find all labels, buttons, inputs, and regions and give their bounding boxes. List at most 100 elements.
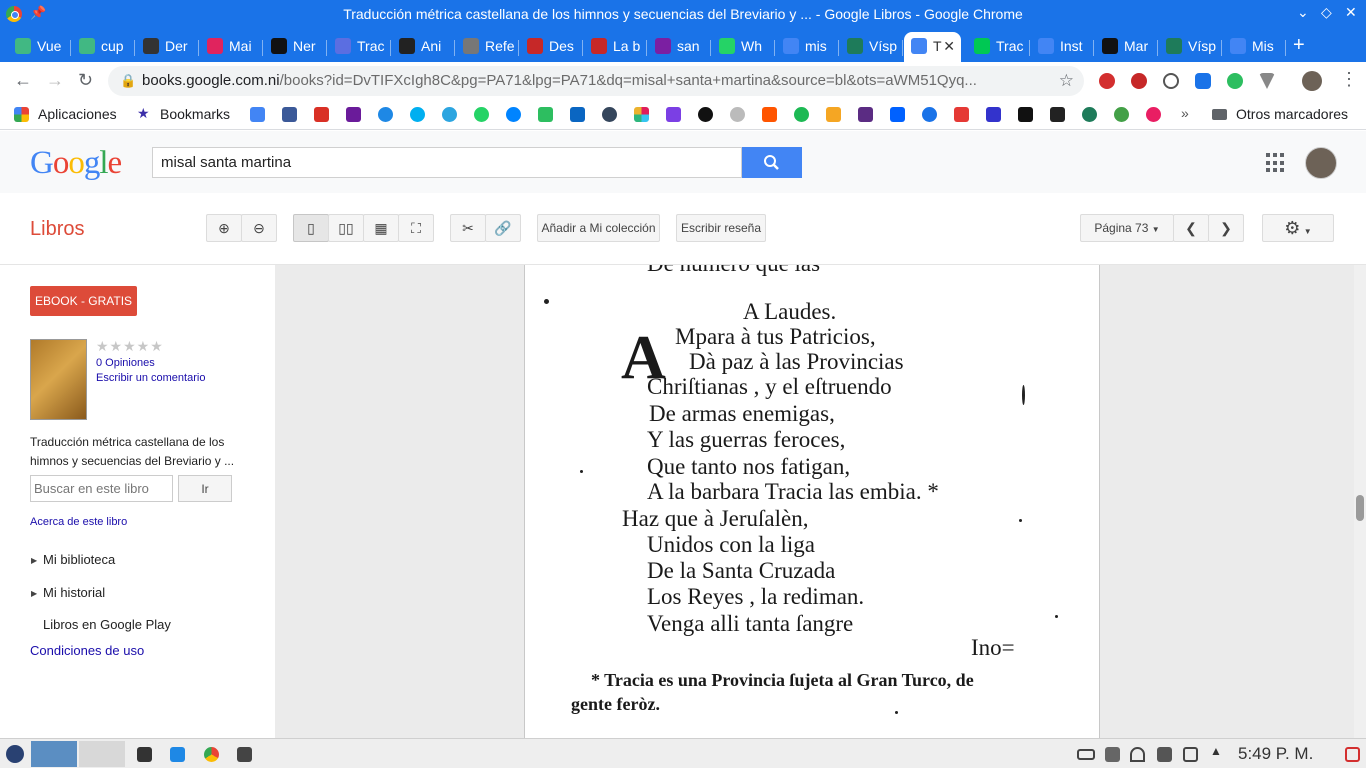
- workspace-1[interactable]: [31, 741, 77, 767]
- tab[interactable]: Mar: [1095, 32, 1158, 62]
- go-button[interactable]: Ir: [178, 475, 232, 502]
- link-button[interactable]: 🔗: [485, 214, 521, 242]
- back-icon[interactable]: ←: [14, 70, 32, 91]
- mail-icon[interactable]: [346, 107, 361, 122]
- tab[interactable]: san: [648, 32, 711, 62]
- tab[interactable]: Des: [520, 32, 583, 62]
- soundcloud-icon[interactable]: [762, 107, 777, 122]
- google-logo[interactable]: Google: [30, 145, 122, 182]
- forward-icon[interactable]: →: [46, 70, 64, 91]
- evernote-icon[interactable]: [1227, 73, 1243, 89]
- tab[interactable]: T ✕: [904, 32, 961, 62]
- my-library-link[interactable]: Mi biblioteca: [43, 552, 115, 567]
- terminal-icon[interactable]: [137, 747, 152, 762]
- workspace-2[interactable]: [79, 741, 125, 767]
- gmail-icon[interactable]: [314, 107, 329, 122]
- search-input[interactable]: misal santa martina: [152, 147, 742, 178]
- extension-icon[interactable]: [1114, 107, 1129, 122]
- scrollbar-thumb[interactable]: [1356, 495, 1364, 521]
- slack-icon[interactable]: [634, 107, 649, 122]
- spotify-icon[interactable]: [794, 107, 809, 122]
- profile-avatar[interactable]: [1302, 71, 1322, 91]
- opinions-link[interactable]: 0 Opiniones: [96, 357, 155, 369]
- github-icon[interactable]: [698, 107, 713, 122]
- write-comment-link[interactable]: Escribir un comentario: [96, 372, 205, 384]
- minimize-icon[interactable]: ⌄: [1297, 4, 1309, 21]
- owl-icon[interactable]: [730, 107, 745, 122]
- maximize-icon[interactable]: ◇: [1321, 4, 1332, 21]
- tab[interactable]: Der: [136, 32, 199, 62]
- apps-icon[interactable]: [14, 107, 29, 122]
- extension-icon[interactable]: [1195, 73, 1211, 89]
- prev-page-button[interactable]: ❮: [1173, 214, 1209, 242]
- two-page-button[interactable]: ▯▯: [328, 214, 364, 242]
- bookmark-star-icon[interactable]: ☆: [1059, 71, 1074, 91]
- telegram-icon[interactable]: [442, 107, 457, 122]
- tab[interactable]: Mai: [200, 32, 263, 62]
- extension-icon[interactable]: [858, 107, 873, 122]
- thumbnail-button[interactable]: ▦: [363, 214, 399, 242]
- tab[interactable]: Vue: [8, 32, 71, 62]
- files-icon[interactable]: [170, 747, 185, 762]
- linkedin-icon[interactable]: [570, 107, 585, 122]
- chrome-icon[interactable]: [204, 747, 219, 762]
- google-icon[interactable]: [250, 107, 265, 122]
- volume-icon[interactable]: [1157, 747, 1172, 762]
- terminal-icon[interactable]: [237, 747, 252, 762]
- extension-icon[interactable]: [1163, 73, 1179, 89]
- add-to-collection-button[interactable]: Añadir a Mi colección: [537, 214, 660, 242]
- new-tab-button[interactable]: +: [1293, 34, 1305, 57]
- dropbox-icon[interactable]: [890, 107, 905, 122]
- zoom-out-button[interactable]: ⊖: [241, 214, 277, 242]
- adblock-icon[interactable]: [1131, 73, 1147, 89]
- terms-link[interactable]: Condiciones de uso: [30, 643, 144, 658]
- bookmark-apps[interactable]: Aplicaciones: [38, 106, 117, 122]
- address-bar[interactable]: 🔒 books.google.com.ni/books?id=DvTIFXcIg…: [108, 66, 1084, 96]
- extension-icon[interactable]: [1018, 107, 1033, 122]
- globe-icon[interactable]: [1082, 107, 1097, 122]
- fedora-menu-icon[interactable]: [6, 745, 24, 763]
- tab[interactable]: Refe: [456, 32, 519, 62]
- tab[interactable]: Ner: [264, 32, 327, 62]
- reload-icon[interactable]: ↻: [78, 70, 93, 91]
- search-button[interactable]: [742, 147, 802, 178]
- account-avatar[interactable]: [1305, 147, 1337, 179]
- facebook-icon[interactable]: [282, 107, 297, 122]
- my-history-link[interactable]: Mi historial: [43, 585, 105, 600]
- clock[interactable]: 5:49 P. M.: [1238, 744, 1313, 764]
- other-bookmarks[interactable]: Otros marcadores: [1236, 106, 1348, 122]
- extension-icon[interactable]: [1099, 73, 1115, 89]
- clipboard-icon[interactable]: [1183, 747, 1198, 762]
- settings-button[interactable]: ⚙ ▼: [1262, 214, 1334, 242]
- tumblr-icon[interactable]: [602, 107, 617, 122]
- whatsapp-icon[interactable]: [474, 107, 489, 122]
- extension-icon[interactable]: [1146, 107, 1161, 122]
- tab[interactable]: Vísp: [1159, 32, 1222, 62]
- ebook-free-button[interactable]: EBOOK - GRATIS: [30, 286, 137, 316]
- tab[interactable]: Trac: [967, 32, 1030, 62]
- extension-icon[interactable]: [666, 107, 681, 122]
- tab[interactable]: Inst: [1031, 32, 1094, 62]
- google-apps-icon[interactable]: [1266, 153, 1286, 173]
- page-viewer[interactable]: De numero que las A Laudes. A Mpara à tu…: [275, 265, 1354, 738]
- bookmark-bookmarks[interactable]: Bookmarks: [160, 106, 230, 122]
- af-icon[interactable]: [1050, 107, 1065, 122]
- close-window-icon[interactable]: ✕: [1345, 4, 1357, 21]
- tab[interactable]: Mis: [1223, 32, 1286, 62]
- clip-button[interactable]: ✂: [450, 214, 486, 242]
- chrome-menu-icon[interactable]: ⋮: [1340, 69, 1358, 90]
- tab[interactable]: Wh: [712, 32, 775, 62]
- extension-icon[interactable]: [826, 107, 841, 122]
- about-book-link[interactable]: Acerca de este libro: [30, 516, 127, 528]
- dropbox-icon[interactable]: [1105, 747, 1120, 762]
- skype-icon[interactable]: [410, 107, 425, 122]
- trash-icon[interactable]: [1345, 747, 1360, 762]
- extension-icon[interactable]: [954, 107, 969, 122]
- next-page-button[interactable]: ❯: [1208, 214, 1244, 242]
- tab[interactable]: cup: [72, 32, 135, 62]
- tab[interactable]: mis: [776, 32, 839, 62]
- wifi-icon[interactable]: [1130, 747, 1145, 762]
- libros-title[interactable]: Libros: [30, 218, 84, 241]
- tab[interactable]: Ani: [392, 32, 455, 62]
- write-review-button[interactable]: Escribir reseña: [676, 214, 766, 242]
